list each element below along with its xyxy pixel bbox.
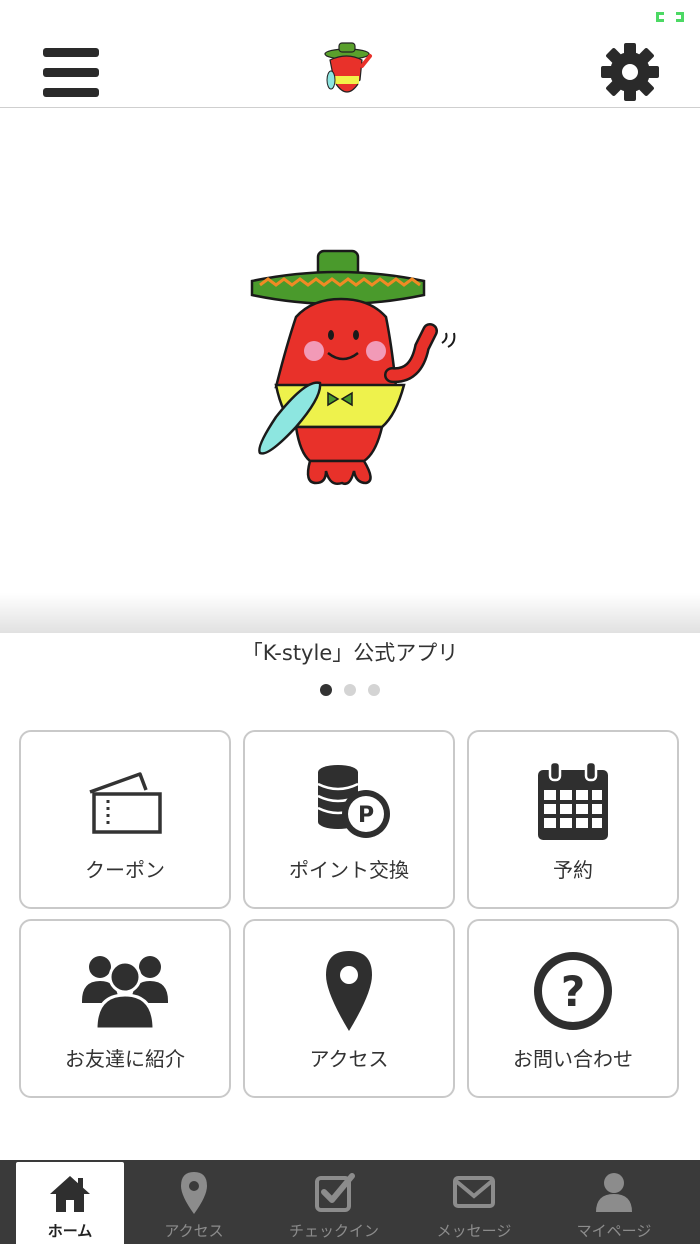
tab-home-label: ホーム — [47, 1222, 93, 1240]
contact-button[interactable]: ? お問い合わせ — [467, 919, 679, 1098]
tab-home[interactable]: ホーム — [16, 1162, 124, 1244]
hero-caption: 「K-style」公式アプリ — [241, 641, 459, 665]
tab-message-label: メッセージ — [436, 1222, 512, 1240]
user-icon — [596, 1173, 632, 1212]
access-button[interactable]: アクセス — [243, 919, 455, 1098]
reservation-label: 予約 — [553, 858, 593, 882]
carousel-dot-3[interactable] — [368, 684, 380, 696]
point-exchange-button[interactable]: P ポイント交換 — [243, 730, 455, 909]
tab-access[interactable]: アクセス — [124, 1160, 264, 1244]
carousel-pagination — [0, 684, 700, 698]
menu-button[interactable] — [40, 46, 102, 98]
contact-label: お問い合わせ — [513, 1047, 633, 1071]
coupon-label: クーポン — [85, 858, 165, 882]
people-icon — [82, 956, 168, 1031]
refer-friend-label: お友達に紹介 — [65, 1047, 185, 1071]
question-icon: ? — [534, 952, 612, 1030]
point-exchange-label: ポイント交換 — [289, 858, 409, 882]
battery-icon — [656, 12, 684, 22]
hero-carousel[interactable] — [0, 109, 700, 633]
tab-mypage-label: マイページ — [576, 1222, 652, 1240]
checkbox-icon — [315, 1173, 355, 1212]
home-icon — [50, 1176, 90, 1212]
mascot-image — [250, 249, 456, 485]
coins-point-icon: P — [317, 765, 390, 838]
tab-message[interactable]: メッセージ — [404, 1160, 544, 1244]
hamburger-icon — [43, 48, 99, 57]
settings-button[interactable] — [600, 42, 660, 102]
access-label: アクセス — [309, 1047, 389, 1071]
carousel-dot-1[interactable] — [320, 684, 332, 696]
calendar-icon — [538, 762, 608, 840]
map-pin-icon — [326, 951, 372, 1031]
coupon-button[interactable]: クーポン — [19, 730, 231, 909]
tab-checkin-label: チェックイン — [288, 1222, 379, 1240]
app-header — [0, 36, 700, 108]
reservation-button[interactable]: 予約 — [467, 730, 679, 909]
bottom-tab-bar: ホーム アクセス チェックイン メッセージ マイページ — [0, 1160, 700, 1244]
refer-friend-button[interactable]: お友達に紹介 — [19, 919, 231, 1098]
carousel-dot-2[interactable] — [344, 684, 356, 696]
tab-checkin[interactable]: チェックイン — [264, 1160, 404, 1244]
status-bar — [0, 0, 700, 36]
feature-menu-grid: クーポン P ポイント交換 予約 お友達に紹介 アクセス ? お問い合わせ — [19, 730, 681, 1098]
mascot-logo-icon — [324, 42, 372, 93]
tab-mypage[interactable]: マイページ — [544, 1160, 684, 1244]
ticket-icon — [89, 772, 162, 834]
map-pin-icon — [181, 1172, 207, 1214]
svg-text:P: P — [358, 803, 374, 828]
tab-access-label: アクセス — [164, 1222, 224, 1240]
mail-icon — [453, 1176, 495, 1208]
svg-text:?: ? — [561, 967, 585, 1016]
gear-icon — [601, 43, 659, 101]
